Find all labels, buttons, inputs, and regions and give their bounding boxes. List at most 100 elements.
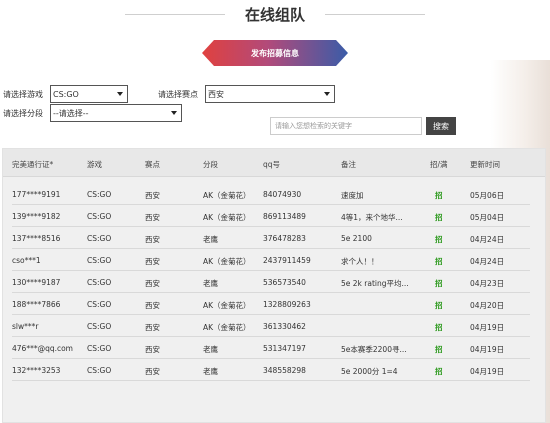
table-header: 完美通行证* 游戏 赛点 分段 qq号 备注 招/满 更新时间 [3, 149, 545, 177]
pass-cell: 177****9191 [12, 190, 61, 199]
qq-cell: 361330462 [263, 322, 306, 331]
qq-cell: 84074930 [263, 190, 302, 199]
qq-cell: 531347197 [263, 344, 306, 353]
column-header-note: 备注 [341, 160, 356, 169]
qq-cell: 376478283 [263, 234, 306, 243]
pass-cell: cso***1 [12, 256, 41, 265]
table-row[interactable]: 188****7866 CS:GO 西安 AK（金菊花） 1328809263 招 04月2… [12, 293, 530, 315]
pass-cell: 130****9187 [12, 278, 61, 287]
rank-cell: AK（金菊花） [203, 191, 251, 200]
qq-cell: 869113489 [263, 212, 306, 221]
rank-select-value: --请选择-- [53, 108, 89, 118]
qq-cell: 1328809263 [263, 300, 311, 309]
status-cell[interactable]: 招 [435, 366, 455, 377]
rank-select[interactable]: --请选择-- [50, 104, 182, 122]
chevron-down-icon [171, 111, 177, 115]
chevron-down-icon [117, 92, 123, 96]
column-header-time: 更新时间 [470, 160, 500, 169]
game-filter-label: 请选择游戏 [3, 90, 43, 99]
rank-filter-label: 请选择分段 [3, 109, 43, 118]
time-cell: 04月19日 [470, 367, 505, 376]
table-row[interactable]: 137****8516 CS:GO 西安 老鹰 376478283 5e 2100 招 04月… [12, 227, 530, 249]
note-cell: 5e 2000分 1=4 [341, 367, 398, 376]
venue-cell: 西安 [145, 213, 160, 222]
status-cell[interactable]: 招 [435, 300, 455, 311]
venue-cell: 西安 [145, 367, 160, 376]
table-row[interactable]: 132****3253 CS:GO 西安 老鹰 348558298 5e 2000分 1=… [12, 359, 530, 381]
rank-cell: AK（金菊花） [203, 257, 251, 266]
note-cell: 速度加 [341, 191, 364, 200]
venue-cell: 西安 [145, 345, 160, 354]
rank-cell: 老鹰 [203, 279, 218, 288]
venue-cell: 西安 [145, 257, 160, 266]
qq-cell: 348558298 [263, 366, 306, 375]
venue-cell: 西安 [145, 191, 160, 200]
note-cell: 5e 2k rating平均... [341, 279, 409, 288]
publish-recruit-button[interactable]: 发布招募信息 [202, 40, 348, 66]
pass-cell: 137****8516 [12, 234, 61, 243]
page-title: 在线组队 [244, 6, 305, 24]
table-row[interactable]: 130****9187 CS:GO 西安 老鹰 536573540 5e 2k ratin… [12, 271, 530, 293]
pass-cell: 132****3253 [12, 366, 61, 375]
time-cell: 05月06日 [470, 191, 505, 200]
venue-cell: 西安 [145, 279, 160, 288]
time-cell: 04月23日 [470, 279, 505, 288]
venue-select-value: 西安 [208, 89, 224, 99]
column-header-rank: 分段 [203, 160, 218, 169]
table-row[interactable]: 476***@qq.com CS:GO 西安 老鹰 531347197 5e本赛季2200… [12, 337, 530, 359]
title-divider-left [125, 14, 225, 15]
note-cell: 5e 2100 [341, 234, 372, 243]
venue-cell: 西安 [145, 235, 160, 244]
table-row[interactable]: 139****9182 CS:GO 西安 AK（金菊花） 869113489 4等1，来个… [12, 205, 530, 227]
game-cell: CS:GO [87, 366, 112, 375]
rank-cell: AK（金菊花） [203, 323, 251, 332]
game-cell: CS:GO [87, 212, 112, 221]
pass-cell: 188****7866 [12, 300, 61, 309]
game-cell: CS:GO [87, 322, 112, 331]
game-cell: CS:GO [87, 190, 112, 199]
status-cell[interactable]: 招 [435, 322, 455, 333]
time-cell: 05月04日 [470, 213, 505, 222]
table-row[interactable]: slw***r CS:GO 西安 AK（金菊花） 361330462 招 04月19日 [12, 315, 530, 337]
time-cell: 04月19日 [470, 323, 505, 332]
time-cell: 04月24日 [470, 235, 505, 244]
time-cell: 04月19日 [470, 345, 505, 354]
pass-cell: slw***r [12, 322, 39, 331]
game-cell: CS:GO [87, 256, 112, 265]
time-cell: 04月24日 [470, 257, 505, 266]
page-header: 在线组队 [0, 0, 550, 34]
pass-cell: 139****9182 [12, 212, 61, 221]
column-header-pass: 完美通行证* [12, 160, 54, 169]
status-cell[interactable]: 招 [435, 278, 455, 289]
game-cell: CS:GO [87, 300, 112, 309]
venue-cell: 西安 [145, 301, 160, 310]
note-cell: 4等1，来个地华... [341, 213, 403, 222]
title-divider-right [325, 14, 425, 15]
note-cell: 求个人！！ [341, 257, 379, 266]
column-header-status: 招/满 [430, 160, 448, 169]
venue-filter-label: 请选择赛点 [158, 90, 198, 99]
venue-cell: 西安 [145, 323, 160, 332]
time-cell: 04月20日 [470, 301, 505, 310]
qq-cell: 536573540 [263, 278, 306, 287]
search-button[interactable]: 搜索 [426, 117, 456, 135]
chevron-down-icon [324, 92, 330, 96]
column-header-qq: qq号 [263, 160, 281, 169]
rank-cell: 老鹰 [203, 367, 218, 376]
game-cell: CS:GO [87, 344, 112, 353]
status-cell[interactable]: 招 [435, 190, 455, 201]
status-cell[interactable]: 招 [435, 344, 455, 355]
status-cell[interactable]: 招 [435, 234, 455, 245]
rank-cell: AK（金菊花） [203, 301, 251, 310]
team-table: 完美通行证* 游戏 赛点 分段 qq号 备注 招/满 更新时间 177****9… [2, 148, 546, 423]
status-cell[interactable]: 招 [435, 212, 455, 223]
status-cell[interactable]: 招 [435, 256, 455, 267]
column-header-venue: 赛点 [145, 160, 160, 169]
table-row[interactable]: 177****9191 CS:GO 西安 AK（金菊花） 84074930 速度加 招 05月… [12, 183, 530, 205]
venue-select[interactable]: 西安 [205, 85, 335, 103]
column-header-game: 游戏 [87, 160, 102, 169]
pass-cell: 476***@qq.com [12, 344, 73, 353]
game-select[interactable]: CS:GO [50, 85, 128, 103]
table-row[interactable]: cso***1 CS:GO 西安 AK（金菊花） 2437911459 求个人！！ 招 04月… [12, 249, 530, 271]
search-input[interactable]: 请输入您想检索的关键字 [270, 117, 422, 135]
